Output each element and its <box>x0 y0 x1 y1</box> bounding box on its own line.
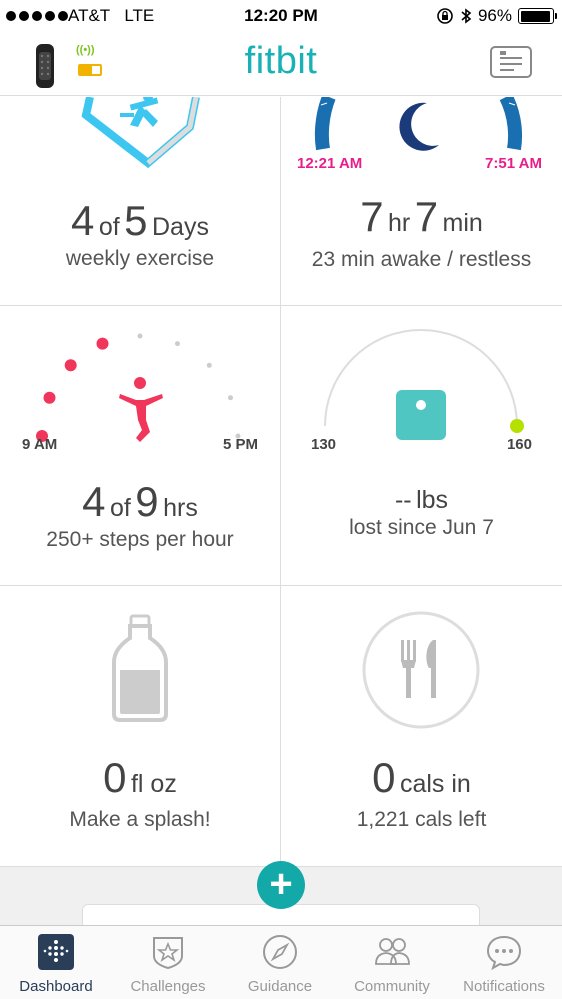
yoga-pose-icon <box>119 377 163 442</box>
hour-dot-unmet <box>228 395 233 401</box>
tab-community[interactable]: Community <box>336 926 448 999</box>
orientation-lock-icon <box>437 8 453 24</box>
compass-icon <box>263 935 297 969</box>
exercise-badge-icon <box>81 97 200 169</box>
scale-icon <box>396 390 446 440</box>
water-bottle-icon <box>112 614 168 722</box>
star-badge-icon <box>153 937 183 970</box>
tab-guidance[interactable]: Guidance <box>224 926 336 999</box>
weight-min-label: 130 <box>311 436 337 453</box>
tab-dashboard[interactable]: Dashboard <box>0 926 112 999</box>
food-label: 1,221 cals left <box>356 808 487 831</box>
app-header: ((•)) fitbit <box>0 36 562 96</box>
chat-bubble-icon <box>486 935 522 970</box>
status-bar: AT&T LTE 12:20 PM 96% <box>0 0 562 36</box>
hour-dot-met <box>64 359 77 372</box>
tab-label: Guidance <box>247 978 313 995</box>
sleep-start-time: 12:21 AM <box>297 155 363 172</box>
exercise-tile[interactable]: 4 of 5 Days weekly exercise <box>0 97 281 306</box>
sleep-end-time: 7:51 AM <box>485 155 542 172</box>
exercise-label: weekly exercise <box>65 247 215 270</box>
food-tile[interactable]: 0 cals in 1,221 cals left <box>281 586 562 867</box>
fork-knife-icon <box>362 611 480 729</box>
exercise-summary: 4 of 5 Days <box>71 197 209 244</box>
moon-icon <box>399 102 439 151</box>
weight-summary: -- lbs <box>394 486 449 514</box>
tab-bar: Dashboard Challenges Guidance Community … <box>0 925 562 999</box>
profile-card-icon[interactable] <box>490 46 532 78</box>
tab-label: Notifications <box>463 978 545 995</box>
battery-icon <box>518 8 557 24</box>
sleep-summary: 7 hr 7 min <box>360 193 483 240</box>
tab-label: Dashboard <box>19 978 93 995</box>
hour-dot-unmet <box>137 333 143 339</box>
hourly-label: 250+ steps per hour <box>46 528 234 551</box>
dashboard-icon <box>38 934 74 970</box>
bluetooth-icon <box>461 8 472 24</box>
tab-label: Community <box>354 978 430 995</box>
weight-tile[interactable]: 130 160 -- lbs lost since Jun 7 <box>281 306 562 586</box>
weight-label: lost since Jun 7 <box>349 516 494 539</box>
sleep-tile[interactable]: 12:21 AM 7:51 AM 7 hr 7 min 23 min awake… <box>281 97 562 306</box>
hourly-end-label: 5 PM <box>222 436 258 453</box>
fitbit-logo: fitbit <box>244 40 318 82</box>
weight-max-label: 160 <box>506 436 532 453</box>
water-label: Make a splash! <box>69 808 211 831</box>
status-right: 96% <box>436 6 557 26</box>
tab-challenges[interactable]: Challenges <box>112 926 224 999</box>
sleep-label: 23 min awake / restless <box>311 248 532 271</box>
hourly-summary: 4 of 9 hrs <box>82 478 198 525</box>
battery-percent: 96% <box>477 6 512 25</box>
hourly-start-label: 9 AM <box>22 436 58 453</box>
add-button[interactable]: + <box>257 861 305 909</box>
tab-notifications[interactable]: Notifications <box>448 926 560 999</box>
water-summary: 0 fl oz <box>103 754 177 801</box>
hour-dot-met <box>43 391 56 404</box>
food-summary: 0 cals in <box>372 754 471 801</box>
hour-dot-unmet <box>175 341 180 347</box>
water-tile[interactable]: 0 fl oz Make a splash! <box>0 586 281 867</box>
hour-dot-unmet <box>206 362 212 368</box>
people-icon <box>375 938 410 965</box>
hour-dot-met <box>96 337 109 350</box>
tab-label: Challenges <box>130 978 206 995</box>
hourly-activity-tile[interactable]: 9 AM 5 PM 4 of 9 hrs 250+ steps per hour <box>0 306 281 586</box>
